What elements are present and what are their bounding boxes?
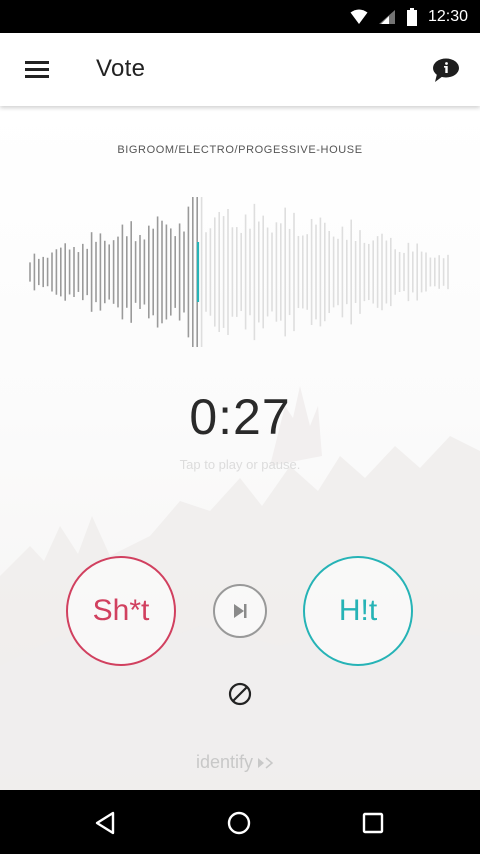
signal-icon <box>378 9 395 24</box>
info-chat-icon[interactable] <box>432 57 460 83</box>
recent-square-icon[interactable] <box>360 810 386 836</box>
home-circle-icon[interactable] <box>226 810 252 836</box>
app-bar: Vote <box>0 33 480 106</box>
back-triangle-icon[interactable] <box>93 810 119 836</box>
wifi-icon <box>350 9 368 24</box>
system-nav-bar <box>0 790 480 854</box>
logo-mark-icon <box>258 756 274 769</box>
waveform-scrubber[interactable] <box>0 192 480 352</box>
hit-vote-button[interactable]: H!t <box>303 556 413 666</box>
skip-button[interactable] <box>213 584 267 638</box>
playback-time[interactable]: 0:27 <box>0 388 480 446</box>
page-title: Vote <box>96 55 146 82</box>
skip-next-icon <box>234 604 247 618</box>
block-icon[interactable] <box>228 682 252 706</box>
shit-vote-button[interactable]: Sh*t <box>66 556 176 666</box>
hamburger-menu-icon[interactable] <box>25 61 49 79</box>
clock: 12:30 <box>427 7 468 25</box>
logo-text: identify <box>196 752 254 772</box>
genre-label: BIGROOM/ELECTRO/PROGESSIVE-HOUSE <box>117 144 363 156</box>
play-pause-hint: Tap to play or pause. <box>179 457 301 472</box>
status-bar: 12:30 <box>0 0 480 33</box>
identify-logo: identify <box>196 752 276 773</box>
battery-icon <box>406 7 417 26</box>
player-screen: BIGROOM/ELECTRO/PROGESSIVE-HOUSE 0:27 Ta… <box>0 106 480 790</box>
